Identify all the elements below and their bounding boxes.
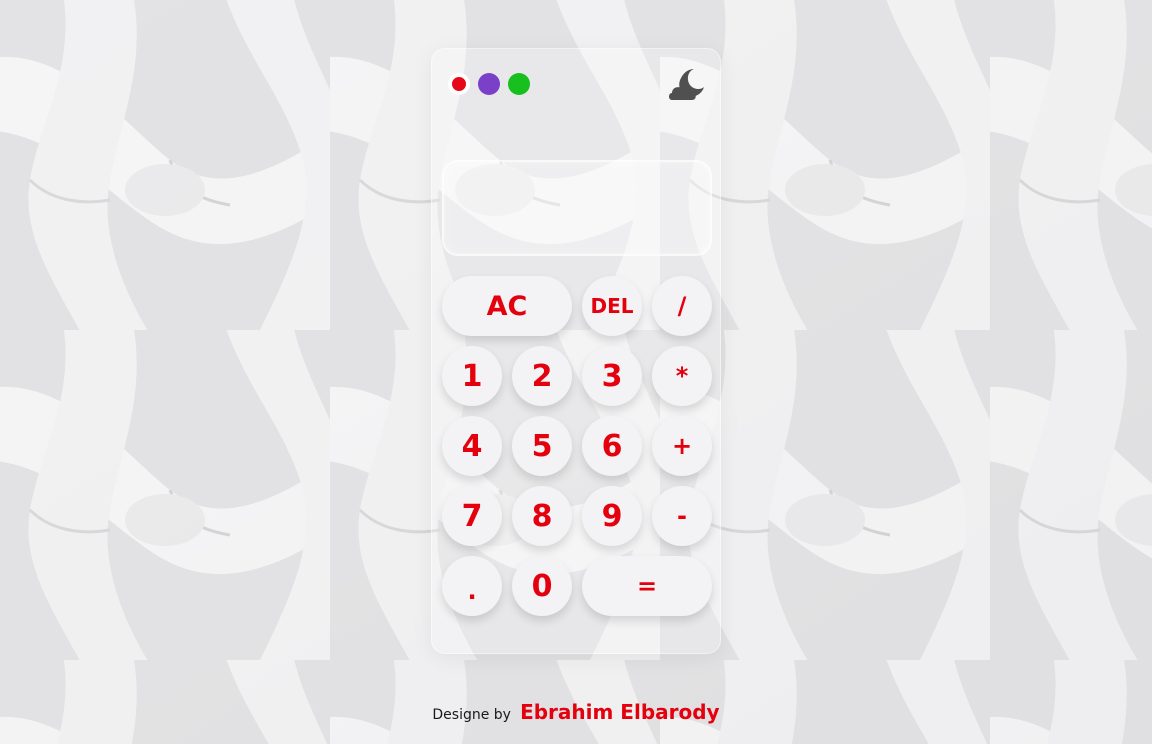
key-5-button[interactable]: 5 (512, 416, 572, 476)
key-0-button[interactable]: 0 (512, 556, 572, 616)
key-9-button[interactable]: 9 (582, 486, 642, 546)
key-1-button[interactable]: 1 (442, 346, 502, 406)
delete-button[interactable]: DEL (582, 276, 642, 336)
author-name: Ebrahim Elbarody (520, 700, 720, 724)
divide-button[interactable]: / (652, 276, 712, 336)
plus-button[interactable]: + (652, 416, 712, 476)
minimize-dot[interactable] (478, 73, 500, 95)
equals-button[interactable]: = (582, 556, 712, 616)
calculator: AC DEL / 1 2 3 * 4 5 6 + 7 8 9 - . 0 = (431, 48, 721, 654)
key-8-button[interactable]: 8 (512, 486, 572, 546)
footer-credit: Designe by Ebrahim Elbarody (0, 700, 1152, 724)
close-dot[interactable] (448, 73, 470, 95)
maximize-dot[interactable] (508, 73, 530, 95)
minus-button[interactable]: - (652, 486, 712, 546)
clear-button[interactable]: AC (442, 276, 572, 336)
credit-prefix: Designe by (432, 707, 511, 723)
window-controls (448, 73, 530, 95)
display-screen (442, 160, 712, 256)
key-3-button[interactable]: 3 (582, 346, 642, 406)
key-2-button[interactable]: 2 (512, 346, 572, 406)
decimal-button[interactable]: . (442, 556, 502, 616)
key-4-button[interactable]: 4 (442, 416, 502, 476)
multiply-button[interactable]: * (652, 346, 712, 406)
key-7-button[interactable]: 7 (442, 486, 502, 546)
key-6-button[interactable]: 6 (582, 416, 642, 476)
theme-toggle-button[interactable] (668, 67, 704, 101)
cloud-moon-icon (669, 69, 704, 100)
